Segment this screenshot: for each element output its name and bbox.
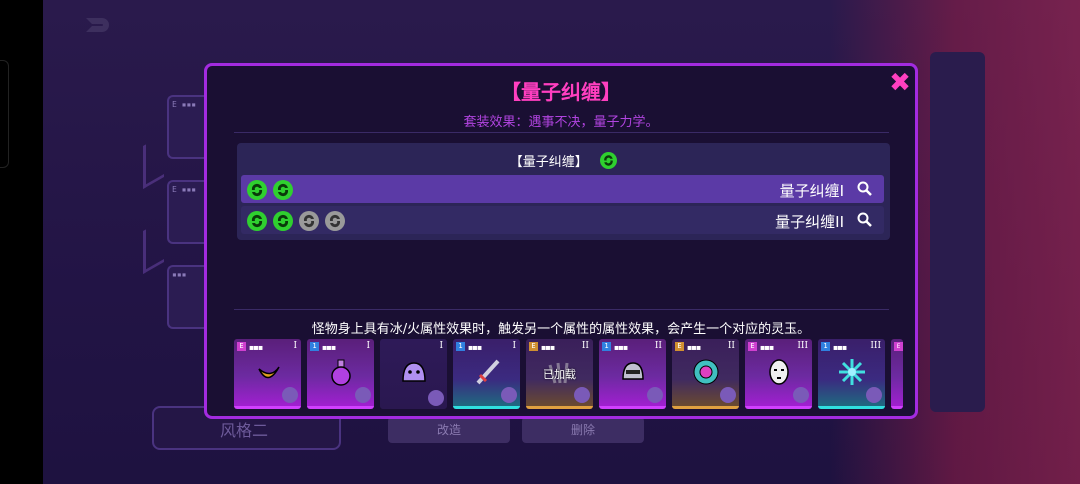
equipment-card[interactable]: E ▪▪▪ I (234, 339, 301, 409)
set-bonus-dialog: 【量子纠缠】 ✖ 套装效果：遇事不决，量子力学。 【量子纠缠】 量子纠缠I 量子… (204, 63, 918, 419)
loaded-label: 已加载 (543, 368, 576, 381)
card-tier: II (654, 341, 662, 351)
card-dots: ▪▪▪ (322, 343, 336, 352)
quantum-symbol-icon (501, 387, 517, 403)
equipment-card[interactable]: E ▪▪▪ II (672, 339, 739, 409)
device-notch (0, 60, 9, 168)
quantum-orb-icon (273, 179, 293, 200)
quantum-orb-icon (247, 179, 267, 200)
equipment-card-row: E ▪▪▪ I 1 ▪▪▪ I I 1 ▪▪▪ I E ▪▪▪ II 已加载 1… (234, 339, 907, 411)
mask-item-icon (769, 359, 789, 385)
card-badge: E (529, 342, 538, 351)
set-tier-row-1[interactable]: 量子纠缠I (241, 175, 884, 203)
set-effect-subtitle: 套装效果：遇事不决，量子力学。 (463, 115, 659, 130)
crystal-item-icon (839, 359, 865, 385)
card-badge: E (237, 342, 246, 351)
quantum-orb-icon (247, 210, 267, 231)
card-tier: I (439, 341, 443, 351)
card-dots: ▪▪▪ (249, 343, 263, 352)
background-slot-2: E ▪▪▪ (167, 180, 209, 244)
set-header-label: 【量子纠缠】 (509, 155, 588, 170)
device-left-bar (0, 0, 43, 484)
background-delete-button: 删除 (522, 417, 644, 443)
search-icon[interactable] (856, 211, 874, 229)
sword-item-icon (476, 359, 500, 385)
quantum-symbol-icon (282, 387, 298, 403)
equipment-card[interactable]: E ▪▪▪ II 已加载 (526, 339, 593, 409)
equipment-card[interactable]: 1 ▪▪▪ III (818, 339, 885, 409)
quantum-orb-empty-icon (299, 210, 319, 231)
set-bonus-panel: 【量子纠缠】 量子纠缠I 量子纠缠II (237, 143, 890, 240)
equipment-card[interactable]: 1 ▪▪▪ I (307, 339, 374, 409)
equipment-card[interactable]: I (380, 339, 447, 409)
card-dots: ▪▪▪ (541, 343, 555, 352)
helmet-item-icon (622, 362, 644, 380)
quantum-orb-icon (600, 152, 618, 169)
card-tier: II (581, 341, 589, 351)
card-tier: I (512, 341, 516, 351)
card-badge: E (675, 342, 684, 351)
tier-1-name: 量子纠缠I (779, 182, 844, 200)
background-style-label: 风格二 (220, 421, 269, 440)
equipment-card[interactable]: 1 ▪▪▪ I (453, 339, 520, 409)
card-badge: 1 (821, 342, 830, 351)
card-badge: 1 (456, 342, 465, 351)
equipment-card[interactable]: E ▪▪▪ III (745, 339, 812, 409)
background-slot-3: ▪▪▪ (167, 265, 209, 329)
tier-2-orbs (247, 210, 351, 231)
quantum-symbol-icon (428, 390, 444, 406)
dialog-title: 【量子纠缠】 (501, 80, 621, 104)
set-header: 【量子纠缠】 (237, 151, 890, 170)
search-icon[interactable] (856, 180, 874, 198)
tier-1-orbs (247, 179, 299, 200)
divider-top (234, 132, 889, 133)
card-dots: ▪▪▪ (833, 343, 847, 352)
set-effect-description: 怪物身上具有冰/火属性效果时，触发另一个属性的属性效果，会产生一个对应的灵玉。 (311, 322, 811, 337)
background-modify-button: 改造 (388, 417, 510, 443)
slime-item-icon (402, 362, 426, 382)
card-tier: III (797, 341, 808, 351)
quantum-orb-empty-icon (325, 210, 345, 231)
crescent-item-icon (258, 366, 280, 379)
card-badge: E (894, 342, 903, 351)
quantum-symbol-icon (720, 387, 736, 403)
card-dots: ▪▪▪ (468, 343, 482, 352)
quantum-symbol-icon (793, 387, 809, 403)
card-badge: 1 (602, 342, 611, 351)
card-tier: III (870, 341, 881, 351)
quantum-orb-icon (273, 210, 293, 231)
card-badge: 1 (310, 342, 319, 351)
background-side-panel (930, 52, 985, 412)
flower-item-icon (693, 359, 719, 385)
potion-item-icon (331, 359, 351, 386)
quantum-symbol-icon (866, 387, 882, 403)
card-dots: ▪▪▪ (760, 343, 774, 352)
equipment-card-partial[interactable]: E (891, 339, 903, 409)
card-badge: E (748, 342, 757, 351)
back-arrow-icon[interactable] (82, 14, 110, 36)
close-icon[interactable]: ✖ (889, 70, 911, 96)
card-tier: I (293, 341, 297, 351)
background-slot-1: E ▪▪▪ (167, 95, 209, 159)
card-tier: II (727, 341, 735, 351)
quantum-symbol-icon (647, 387, 663, 403)
quantum-symbol-icon (355, 387, 371, 403)
divider-bottom (234, 309, 889, 310)
tier-2-name: 量子纠缠II (775, 213, 844, 231)
equipment-card[interactable]: 1 ▪▪▪ II (599, 339, 666, 409)
card-dots: ▪▪▪ (687, 343, 701, 352)
card-dots: ▪▪▪ (614, 343, 628, 352)
set-tier-row-2[interactable]: 量子纠缠II (241, 206, 884, 234)
quantum-symbol-icon (574, 387, 590, 403)
card-tier: I (366, 341, 370, 351)
